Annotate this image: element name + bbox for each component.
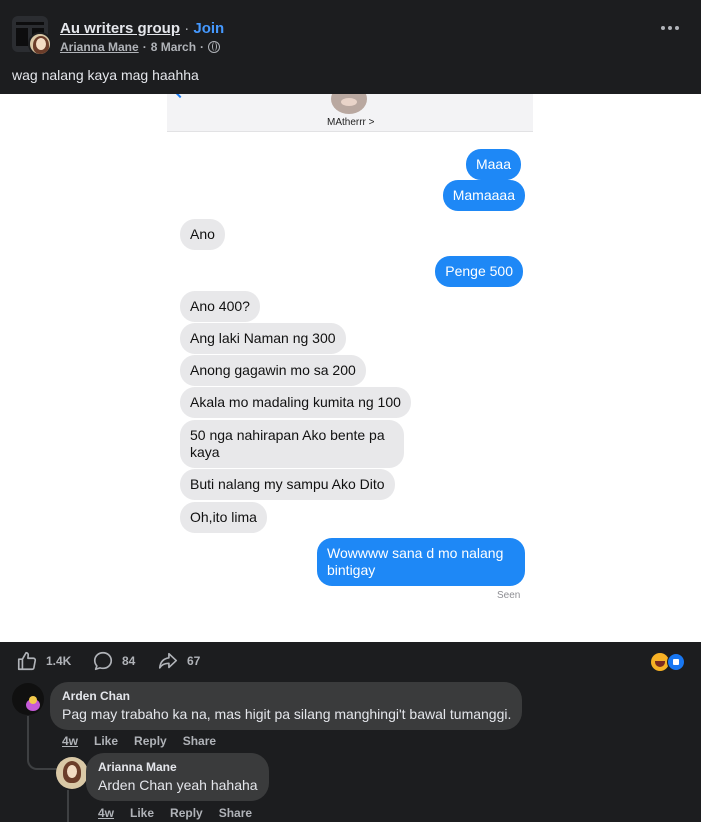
message-bubble: Penge 500	[435, 256, 523, 287]
message-bubble: Anong gagawin mo sa 200	[180, 355, 366, 386]
post-actions-bar: 1.4K 84 67	[0, 642, 701, 682]
reply-thread-line	[67, 790, 69, 822]
message-bubble: Ano 400?	[180, 291, 260, 322]
reply-author[interactable]: Arianna Mane	[98, 760, 257, 774]
group-name-link[interactable]: Au writers group	[60, 20, 180, 37]
message-bubble: Ang laki Naman ng 300	[180, 323, 346, 354]
globe-icon	[208, 41, 221, 53]
chat-contact-header: MAtherrr >	[167, 94, 533, 132]
comment-time[interactable]: 4w	[62, 734, 78, 748]
like-button[interactable]: 1.4K	[16, 650, 71, 672]
separator: ·	[184, 20, 190, 37]
seen-label: Seen	[497, 590, 521, 601]
reply-reply-button[interactable]: Reply	[170, 806, 203, 820]
share-button[interactable]: 67	[157, 650, 200, 672]
message-bubble: Oh,ito lima	[180, 502, 267, 533]
comment-author[interactable]: Arden Chan	[62, 689, 510, 703]
separator: ·	[142, 40, 147, 54]
post-header: Au writers group · Join Arianna Mane · 8…	[0, 0, 701, 94]
join-link[interactable]: Join	[193, 20, 224, 37]
author-link[interactable]: Arianna Mane	[60, 40, 139, 54]
message-bubble: 50 nga nahirapan Ako bente pa kaya	[180, 420, 404, 468]
message-bubble: Mamaaaa	[442, 180, 525, 211]
contact-name: MAtherrr >	[327, 117, 375, 128]
like-reaction-icon	[667, 653, 685, 671]
post-meta: Arianna Mane · 8 March ·	[60, 40, 221, 54]
comment-bubble: Arden Chan Pag may trabaho ka na, mas hi…	[50, 682, 522, 730]
thread-connector	[27, 716, 57, 770]
back-chevron-icon	[172, 94, 188, 99]
share-count: 67	[187, 654, 201, 668]
comment-share-button[interactable]: Share	[183, 734, 216, 748]
comment-reply-button[interactable]: Reply	[134, 734, 167, 748]
reactions-summary[interactable]	[651, 653, 685, 671]
separator: ·	[200, 40, 205, 54]
group-line: Au writers group · Join	[60, 20, 224, 37]
reply-like-button[interactable]: Like	[130, 806, 154, 820]
commenter-avatar[interactable]	[12, 683, 44, 715]
post-image[interactable]: MAtherrr > Maaa Mamaaaa Ano Penge 500 An…	[0, 94, 701, 642]
reply-text: Arden Chan yeah hahaha	[98, 777, 258, 793]
message-bubble: Wowwww sana d mo nalang bintigay	[317, 538, 525, 586]
share-icon	[158, 652, 178, 669]
comment-like-button[interactable]: Like	[94, 734, 118, 748]
comment-text: Pag may trabaho ka na, mas higit pa sila…	[62, 706, 512, 722]
message-bubble: Maaa	[465, 149, 521, 180]
reply-author-avatar[interactable]	[56, 757, 88, 789]
post-date[interactable]: 8 March	[151, 40, 196, 54]
more-options-icon[interactable]	[661, 26, 679, 30]
comments-section: Arden Chan Pag may trabaho ka na, mas hi…	[0, 682, 701, 822]
contact-avatar	[331, 94, 367, 114]
comment-icon	[93, 651, 113, 671]
comment-button[interactable]: 84	[92, 650, 135, 672]
author-avatar[interactable]	[28, 32, 52, 56]
comment-count: 84	[122, 654, 136, 668]
like-count: 1.4K	[46, 654, 72, 668]
post-caption: wag nalang kaya mag haahha	[12, 67, 199, 83]
reply-actions: 4w Like Reply Share	[98, 806, 252, 820]
reply-bubble: Arianna Mane Arden Chan yeah hahaha	[86, 753, 269, 801]
comment-actions: 4w Like Reply Share	[62, 734, 216, 748]
message-bubble: Buti nalang my sampu Ako Dito	[180, 469, 395, 500]
message-bubble: Ano	[180, 219, 225, 250]
thumbs-up-icon	[17, 651, 37, 671]
reply-share-button[interactable]: Share	[219, 806, 252, 820]
reply-time[interactable]: 4w	[98, 806, 114, 820]
message-bubble: Akala mo madaling kumita ng 100	[180, 387, 411, 418]
